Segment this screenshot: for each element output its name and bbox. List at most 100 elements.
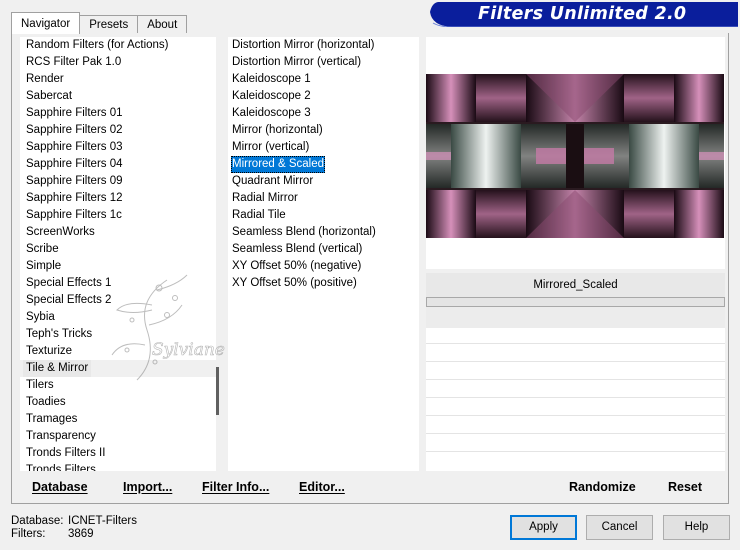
category-item[interactable]: Sapphire Filters 12 [20,190,219,207]
filter-item-label: Kaleidoscope 2 [232,90,311,102]
filter-info-button[interactable]: Filter Info... [202,480,269,494]
import-button[interactable]: Import... [123,480,172,494]
filter-item-label: Distortion Mirror (vertical) [232,56,362,68]
app-title: Filters Unlimited 2.0 [478,4,687,24]
category-item[interactable]: Special Effects 2 [20,292,219,309]
filter-item[interactable]: Kaleidoscope 2 [228,88,419,105]
tab-presets[interactable]: Presets [79,15,139,34]
category-item[interactable]: Tronds Filters II [20,445,219,462]
filter-item[interactable]: XY Offset 50% (negative) [228,258,419,275]
category-item[interactable]: Sapphire Filters 04 [20,156,219,173]
category-item-label: Special Effects 1 [26,277,112,289]
category-item[interactable]: Render [20,71,219,88]
tab-about[interactable]: About [137,15,188,34]
category-item[interactable]: Tramages [20,411,219,428]
filter-item-label: Quadrant Mirror [232,175,314,187]
category-item-label: ScreenWorks [26,226,95,238]
filter-item[interactable]: Mirror (vertical) [228,139,419,156]
category-item[interactable]: Sapphire Filters 02 [20,122,219,139]
filter-item[interactable]: Seamless Blend (horizontal) [228,224,419,241]
category-item[interactable]: Toadies [20,394,219,411]
control-divider [426,379,725,380]
randomize-button[interactable]: Randomize [569,480,636,494]
filter-item-label: Mirror (horizontal) [232,124,323,136]
category-item[interactable]: Sapphire Filters 03 [20,139,219,156]
filter-item-label: Radial Mirror [232,192,298,204]
navigator-panel: Random Filters (for Actions) RCS Filter P… [11,33,729,504]
header-banner: Filters Unlimited 2.0 [430,2,738,27]
control-divider [426,397,725,398]
filter-item-label: Radial Tile [232,209,286,221]
category-list[interactable]: Random Filters (for Actions) RCS Filter P… [20,37,219,471]
database-status-value: ICNET-Filters [68,515,137,527]
cancel-button[interactable]: Cancel [586,515,653,540]
category-item-label: Transparency [26,430,96,442]
filters-count-label: Filters: [11,528,46,540]
category-item[interactable]: Teph's Tricks [20,326,219,343]
category-item-label: Tile & Mirror [23,360,92,377]
category-item-label: Texturize [26,345,73,357]
category-item[interactable]: Sapphire Filters 1c [20,207,219,224]
editor-button[interactable]: Editor... [299,480,345,494]
filter-item[interactable]: Seamless Blend (vertical) [228,241,419,258]
category-item-label: Sapphire Filters 04 [26,158,123,170]
filter-item[interactable]: Mirror (horizontal) [228,122,419,139]
category-item[interactable]: Simple [20,258,219,275]
category-item[interactable]: ScreenWorks [20,224,219,241]
category-item[interactable]: Tile & Mirror [20,360,219,377]
parameter-spacer [426,307,725,328]
left-toolbar: Database Import... Filter Info... Editor… [20,475,415,500]
status-info: Database: ICNET-Filters Filters: 3869 [11,515,137,541]
category-item[interactable]: Texturize [20,343,219,360]
control-divider [426,343,725,344]
apply-button[interactable]: Apply [510,515,577,540]
category-item[interactable]: Sapphire Filters 01 [20,105,219,122]
category-scroll-thumb[interactable] [216,367,219,415]
filter-controls-area: Mirrored_Scaled [426,273,725,471]
reset-button[interactable]: Reset [668,480,702,494]
category-item[interactable]: Sybia [20,309,219,326]
filter-item-label: XY Offset 50% (negative) [232,260,362,272]
tab-navigator[interactable]: Navigator [11,12,81,34]
filter-item[interactable]: Distortion Mirror (horizontal) [228,37,419,54]
filter-item[interactable]: Mirrored & Scaled [228,156,419,173]
category-item[interactable]: Transparency [20,428,219,445]
category-item[interactable]: Special Effects 1 [20,275,219,292]
filter-item[interactable]: Radial Mirror [228,190,419,207]
filter-item[interactable]: Radial Tile [228,207,419,224]
category-item-label: Toadies [26,396,66,408]
filter-item-label: XY Offset 50% (positive) [232,277,357,289]
category-item-label: Sapphire Filters 09 [26,175,123,187]
category-item[interactable]: RCS Filter Pak 1.0 [20,54,219,71]
parameter-slider[interactable] [426,297,725,307]
category-item[interactable]: Sapphire Filters 09 [20,173,219,190]
control-divider [426,361,725,362]
help-button[interactable]: Help [663,515,730,540]
category-item[interactable]: Sabercat [20,88,219,105]
filters-count-value: 3869 [68,528,94,540]
category-item-label: Sapphire Filters 1c [26,209,122,221]
filter-item[interactable]: Kaleidoscope 3 [228,105,419,122]
category-item[interactable]: Random Filters (for Actions) [20,37,219,54]
category-item-label: Simple [26,260,62,272]
filter-item-label: Seamless Blend (horizontal) [232,226,376,238]
filter-item-label: Distortion Mirror (horizontal) [232,39,375,51]
category-item-label: RCS Filter Pak 1.0 [26,56,122,68]
filter-item[interactable]: Quadrant Mirror [228,173,419,190]
filter-item-label: Kaleidoscope 1 [232,73,311,85]
filter-name-label: Mirrored_Scaled [426,273,725,297]
category-item-label: Scribe [26,243,59,255]
filter-item[interactable]: Kaleidoscope 1 [228,71,419,88]
database-button[interactable]: Database [32,480,88,494]
filter-item[interactable]: XY Offset 50% (positive) [228,275,419,292]
category-item-label: Render [26,73,64,85]
preview-image [426,74,724,238]
category-item-label: Sapphire Filters 01 [26,107,123,119]
category-item-label: Tilers [26,379,54,391]
filter-item[interactable]: Distortion Mirror (vertical) [228,54,419,71]
filter-list[interactable]: Distortion Mirror (horizontal) Distortion… [228,37,419,471]
category-item[interactable]: Scribe [20,241,219,258]
category-item[interactable]: Tilers [20,377,219,394]
right-toolbar: Randomize Reset [426,475,725,500]
category-item[interactable]: Tronds Filters [20,462,219,471]
